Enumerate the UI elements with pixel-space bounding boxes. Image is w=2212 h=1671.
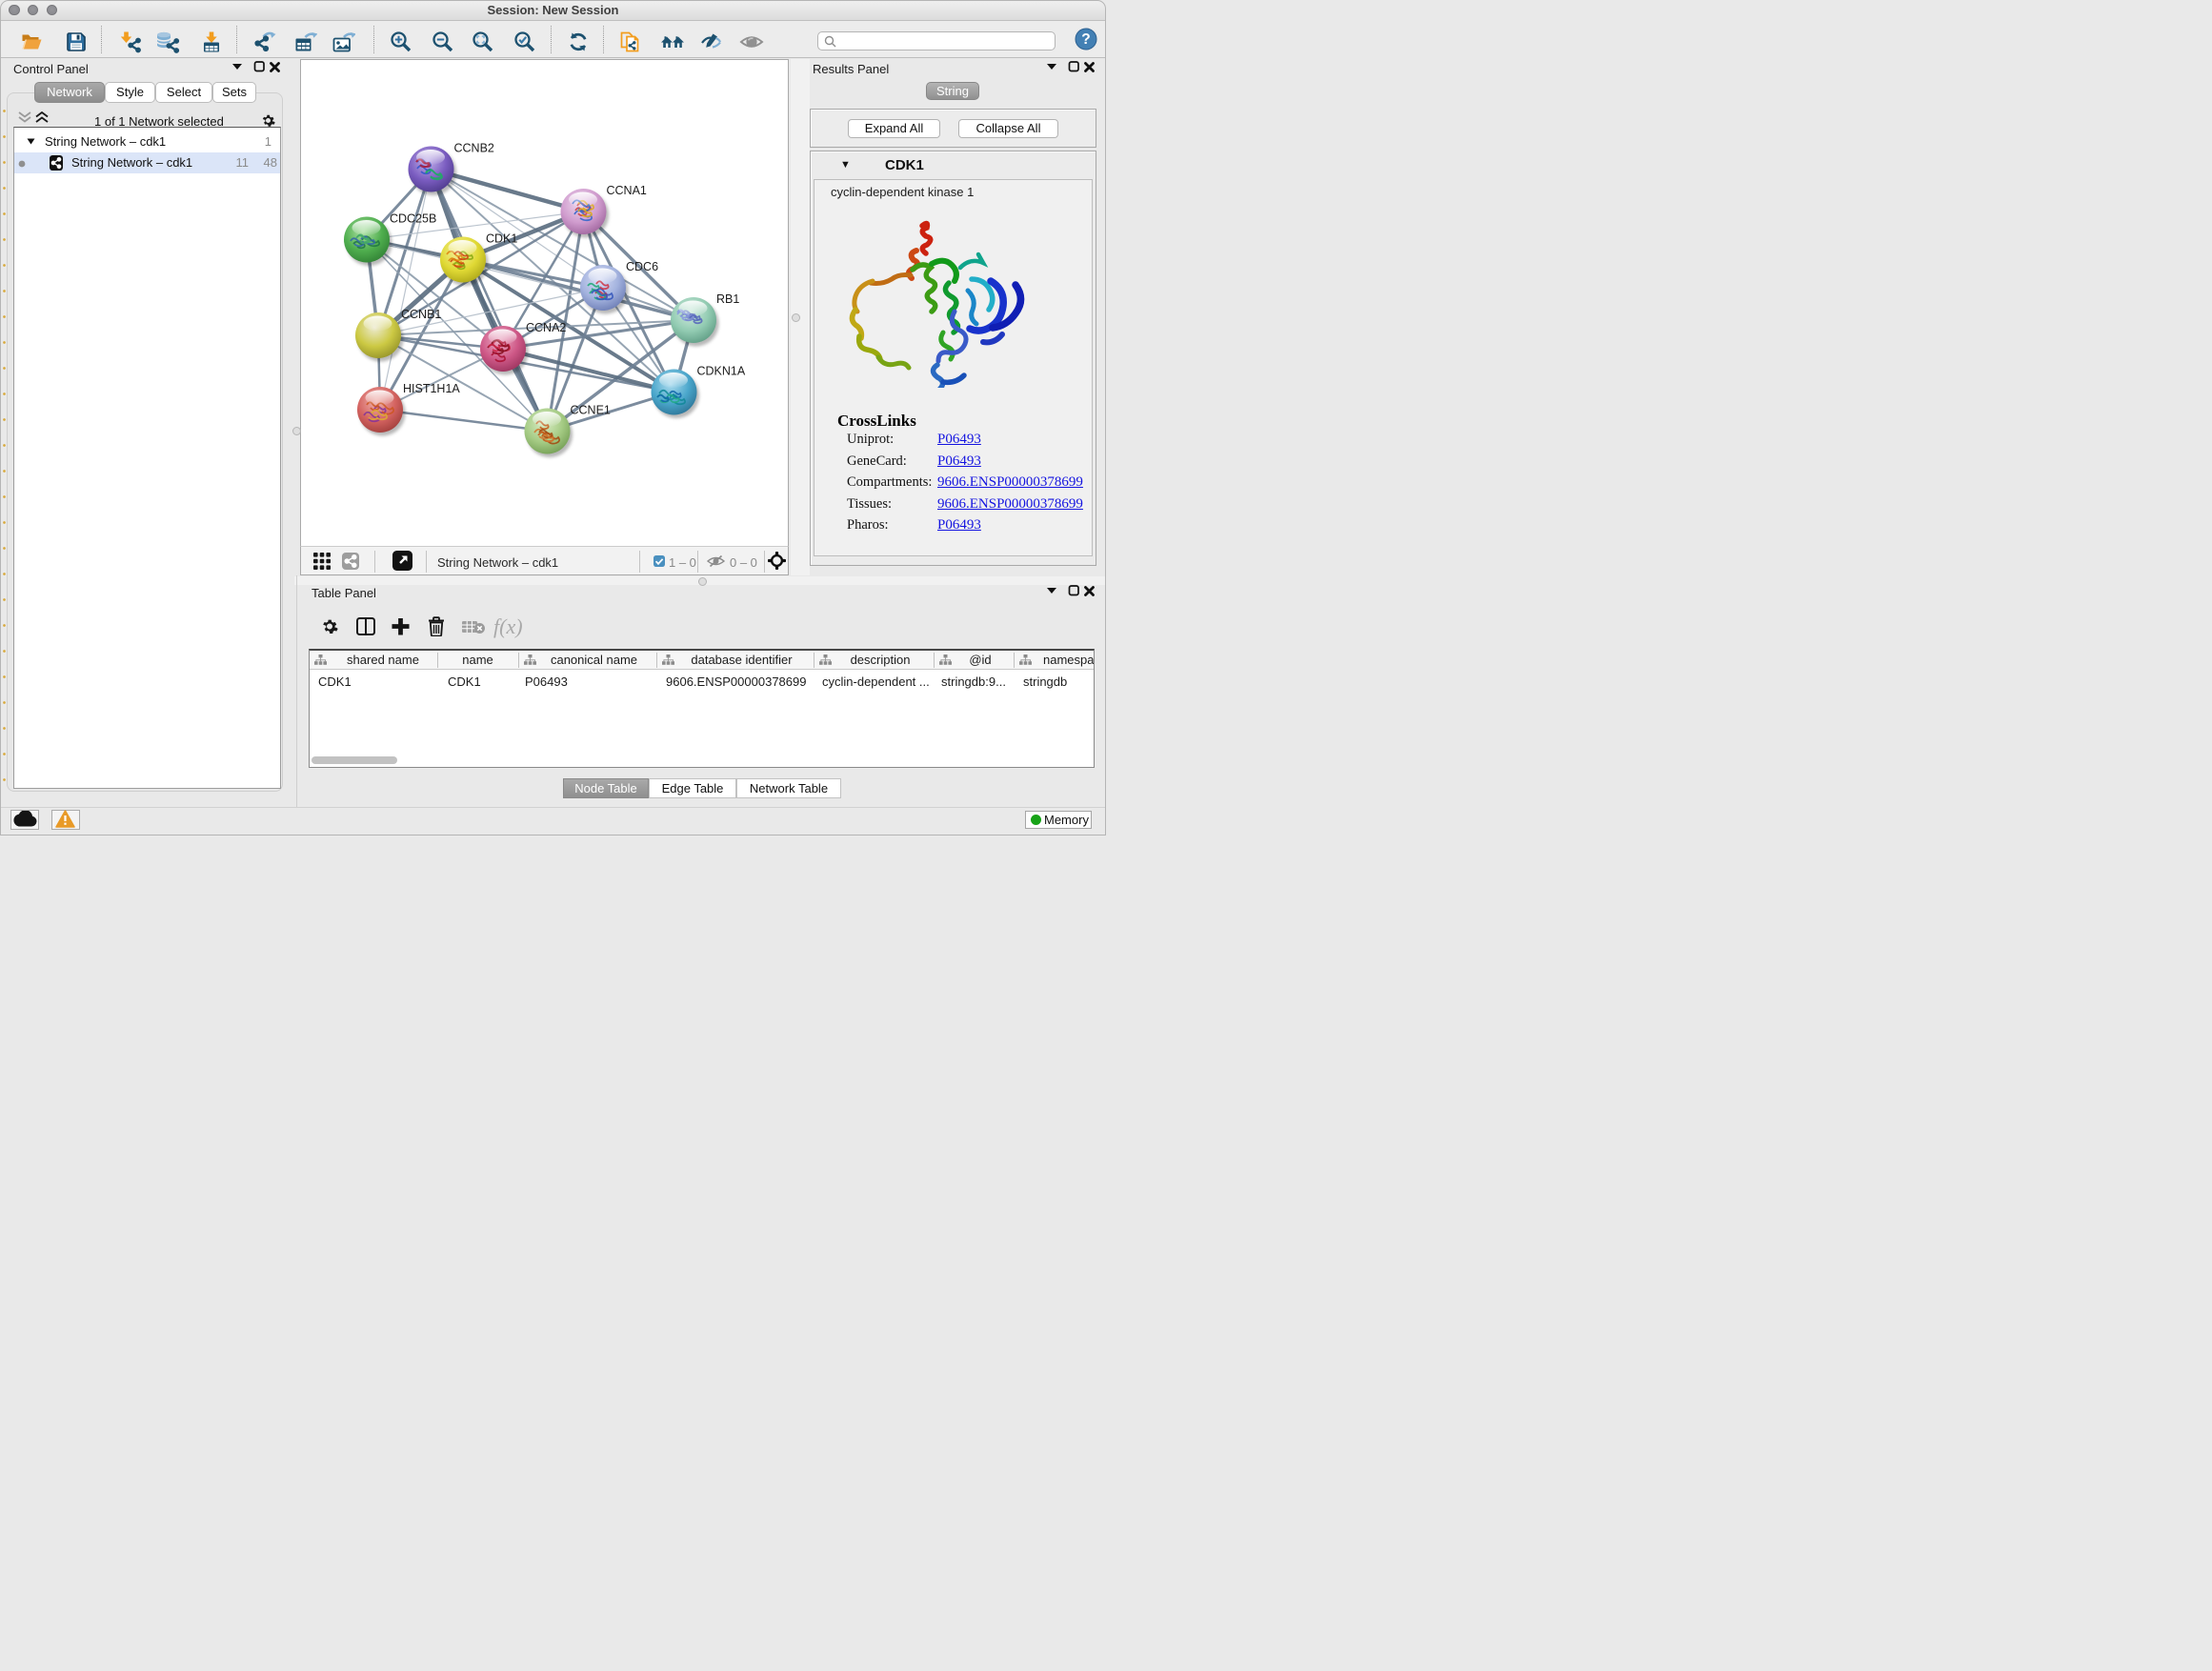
svg-text:CCNA1: CCNA1 bbox=[607, 184, 647, 197]
svg-text:CDC6: CDC6 bbox=[626, 260, 658, 273]
svg-text:CCNE1: CCNE1 bbox=[571, 404, 611, 417]
svg-text:CDK1: CDK1 bbox=[486, 232, 517, 246]
svg-text:CDKN1A: CDKN1A bbox=[697, 365, 746, 378]
svg-text:CDC25B: CDC25B bbox=[390, 212, 436, 226]
svg-text:?: ? bbox=[1081, 31, 1090, 48]
svg-text:HIST1H1A: HIST1H1A bbox=[403, 382, 460, 395]
svg-text:CCNB2: CCNB2 bbox=[454, 142, 494, 155]
svg-text:CCNB1: CCNB1 bbox=[401, 308, 441, 321]
svg-text:RB1: RB1 bbox=[716, 292, 739, 306]
svg-text:CCNA2: CCNA2 bbox=[526, 321, 566, 334]
